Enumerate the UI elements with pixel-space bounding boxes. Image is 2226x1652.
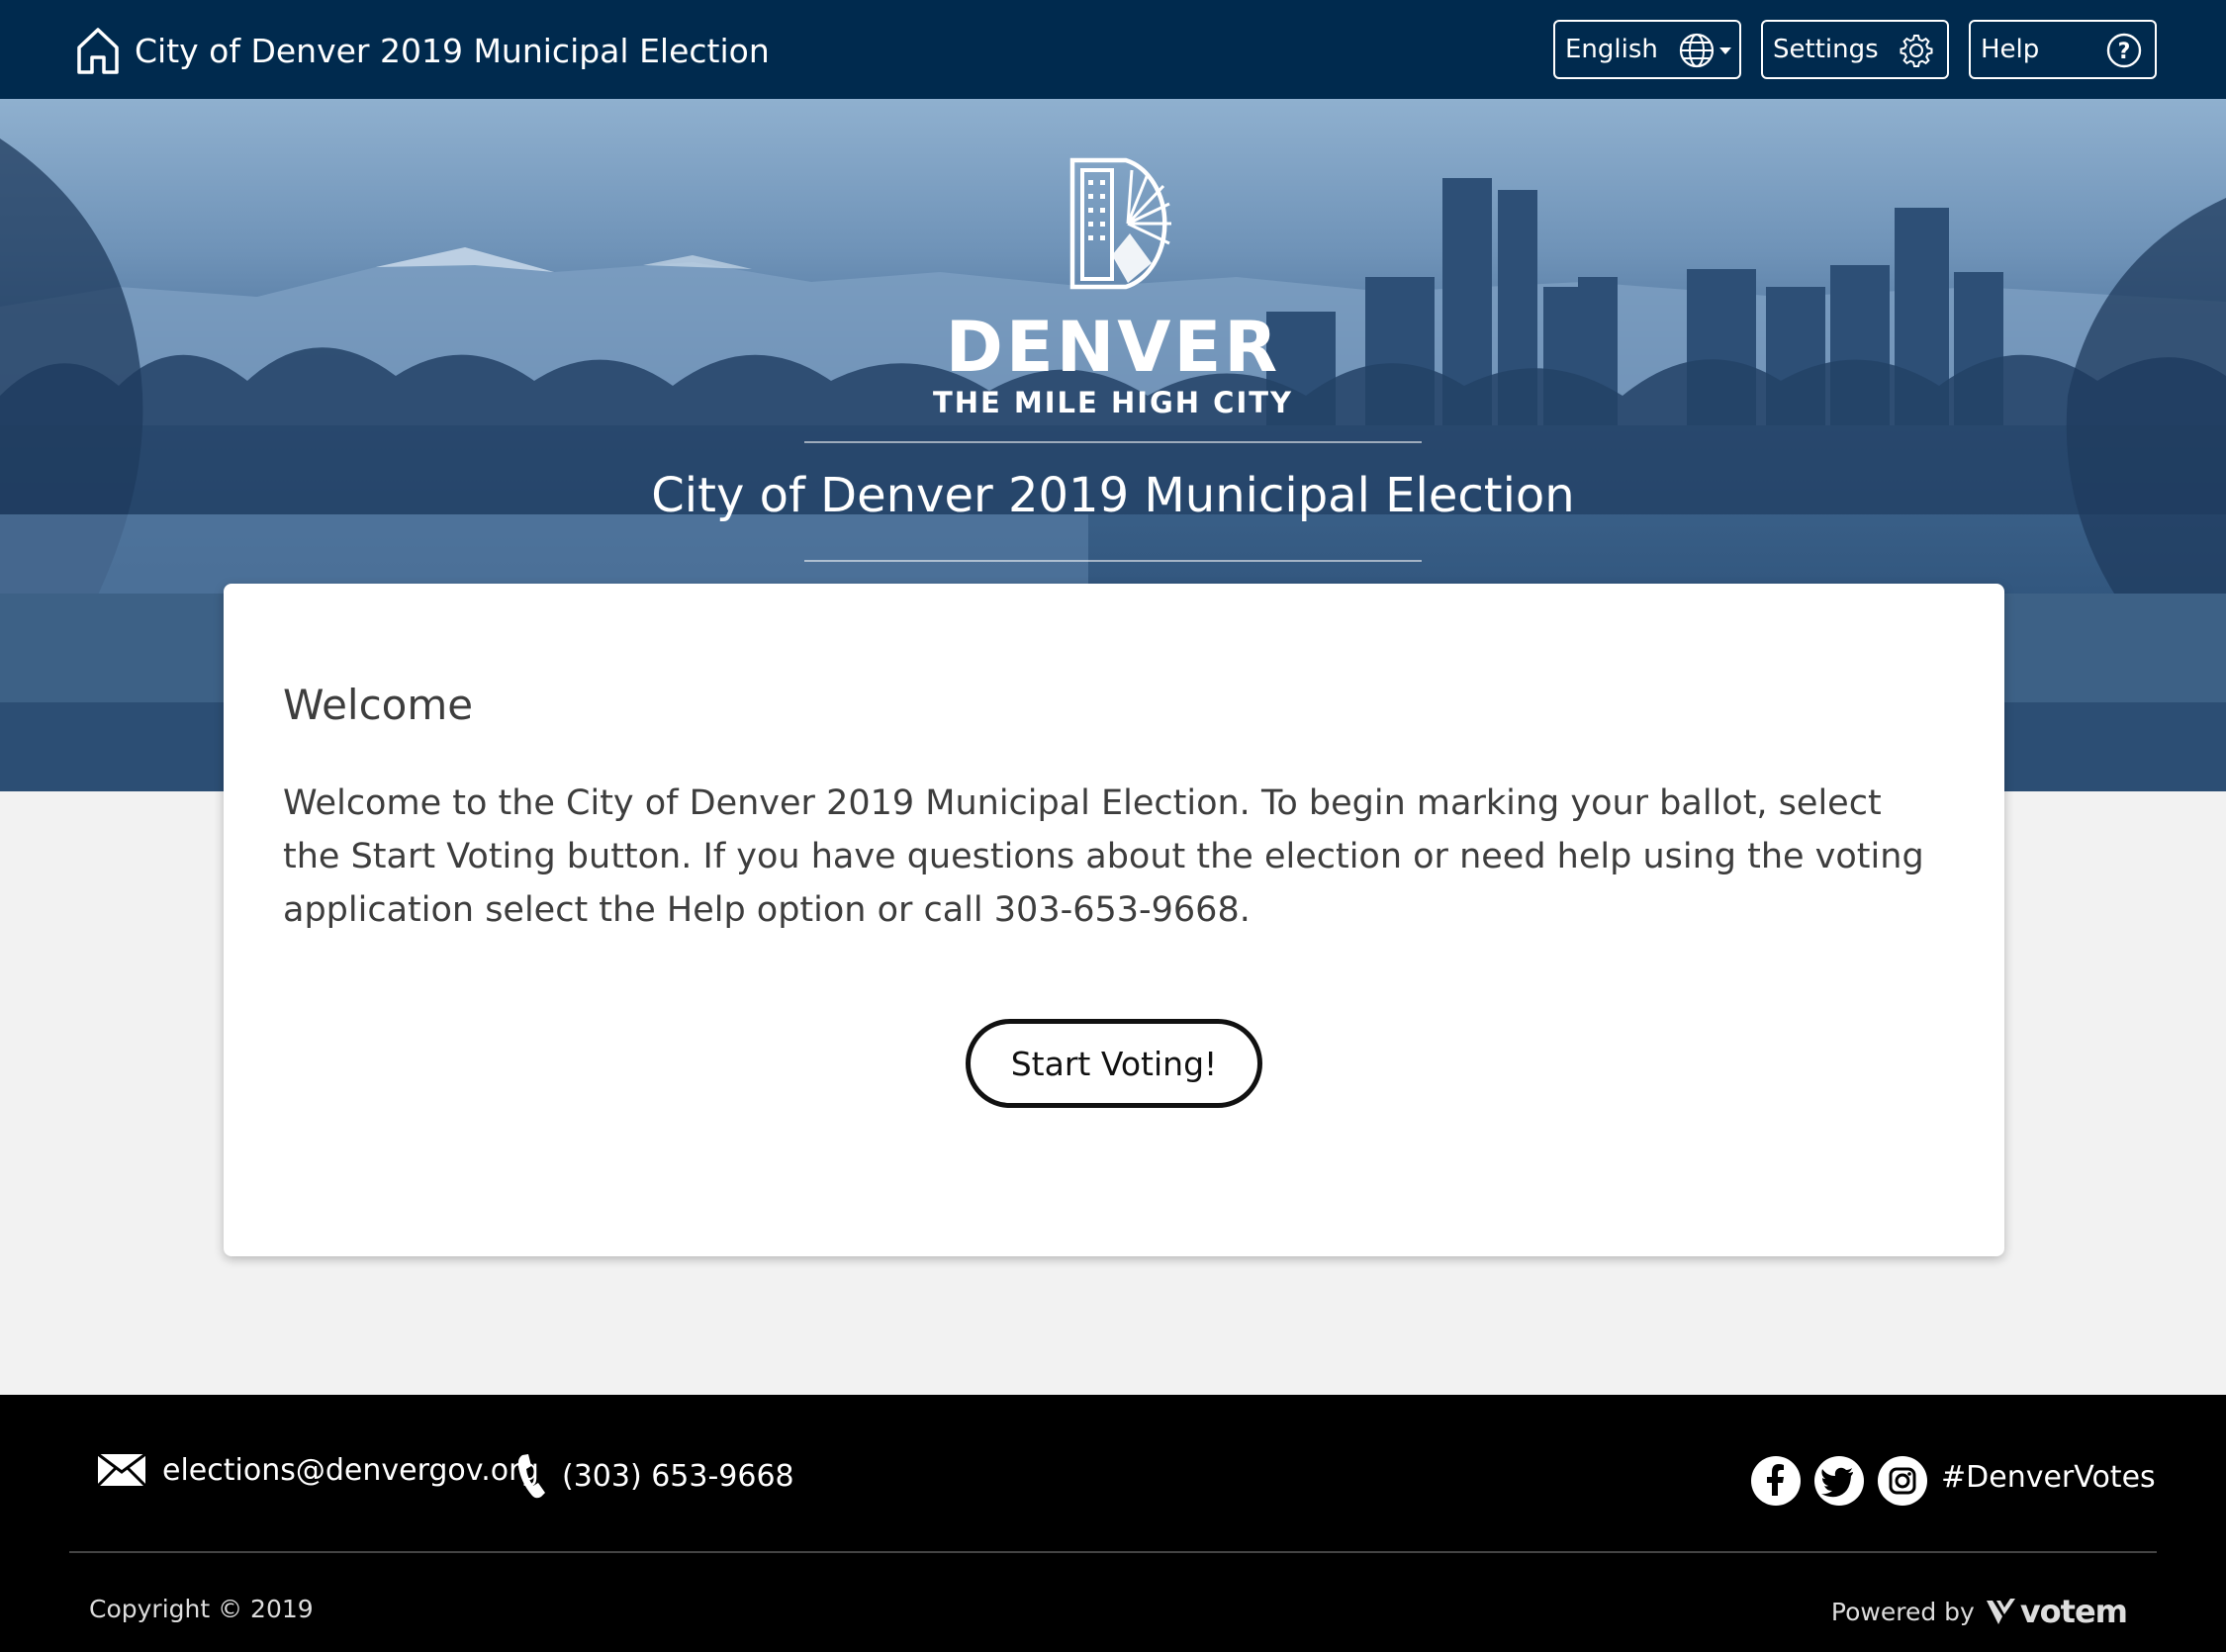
- app-title: City of Denver 2019 Municipal Election: [135, 31, 770, 70]
- email-text: elections@denvergov.org: [162, 1452, 539, 1488]
- home-icon: [77, 28, 119, 74]
- envelope-icon: [97, 1452, 146, 1488]
- powered-by: Powered by votem: [1830, 1593, 2128, 1630]
- powered-by-label: Powered by: [1830, 1597, 1975, 1626]
- question-circle-icon: ?: [2106, 33, 2142, 68]
- svg-text:?: ?: [2118, 40, 2131, 64]
- footer-divider: [69, 1551, 2157, 1553]
- phone-text: (303) 653-9668: [562, 1458, 794, 1494]
- help-button[interactable]: Help ?: [1969, 20, 2157, 79]
- gear-icon: [1900, 35, 1933, 67]
- welcome-card: Welcome Welcome to the City of Denver 20…: [224, 584, 2004, 1256]
- language-label: English: [1565, 35, 1658, 64]
- hashtag-text: #DenverVotes: [1941, 1460, 2156, 1495]
- start-voting-button[interactable]: Start Voting!: [966, 1019, 1262, 1108]
- home-link[interactable]: City of Denver 2019 Municipal Election: [75, 26, 770, 75]
- twitter-icon: [1821, 1467, 1853, 1498]
- votem-logo-icon: [1986, 1599, 2015, 1624]
- phone-link[interactable]: (303) 653-9668: [516, 1452, 794, 1500]
- denver-logo-icon: [1069, 157, 1171, 290]
- language-button[interactable]: English: [1553, 20, 1741, 79]
- email-link[interactable]: elections@denvergov.org: [97, 1452, 539, 1488]
- help-label: Help: [1981, 35, 2040, 64]
- hero-title: City of Denver 2019 Municipal Election: [651, 468, 1575, 523]
- instagram-link[interactable]: [1878, 1456, 1927, 1506]
- globe-icon: [1679, 33, 1715, 68]
- logo-tagline: THE MILE HIGH CITY: [932, 386, 1294, 419]
- chevron-down-icon: [1719, 47, 1731, 54]
- logo-wordmark: DENVER: [945, 307, 1281, 388]
- settings-label: Settings: [1773, 35, 1879, 64]
- votem-logo[interactable]: votem: [1985, 1593, 2128, 1630]
- twitter-link[interactable]: [1814, 1456, 1864, 1506]
- hero-divider-bottom: [804, 560, 1422, 562]
- instagram-icon: [1889, 1467, 1916, 1495]
- copyright-text: Copyright © 2019: [89, 1595, 314, 1623]
- footer: elections@denvergov.org (303) 653-9668 #…: [0, 1395, 2226, 1652]
- phone-icon: [517, 1454, 545, 1499]
- hero-divider-top: [804, 441, 1422, 443]
- top-nav-bar: City of Denver 2019 Municipal Election E…: [0, 0, 2226, 99]
- facebook-link[interactable]: [1751, 1456, 1801, 1506]
- welcome-heading: Welcome: [283, 681, 474, 729]
- facebook-icon: [1767, 1464, 1784, 1496]
- votem-logo-text: votem: [2019, 1593, 2128, 1630]
- welcome-text: Welcome to the City of Denver 2019 Munic…: [283, 783, 1924, 930]
- settings-button[interactable]: Settings: [1761, 20, 1949, 79]
